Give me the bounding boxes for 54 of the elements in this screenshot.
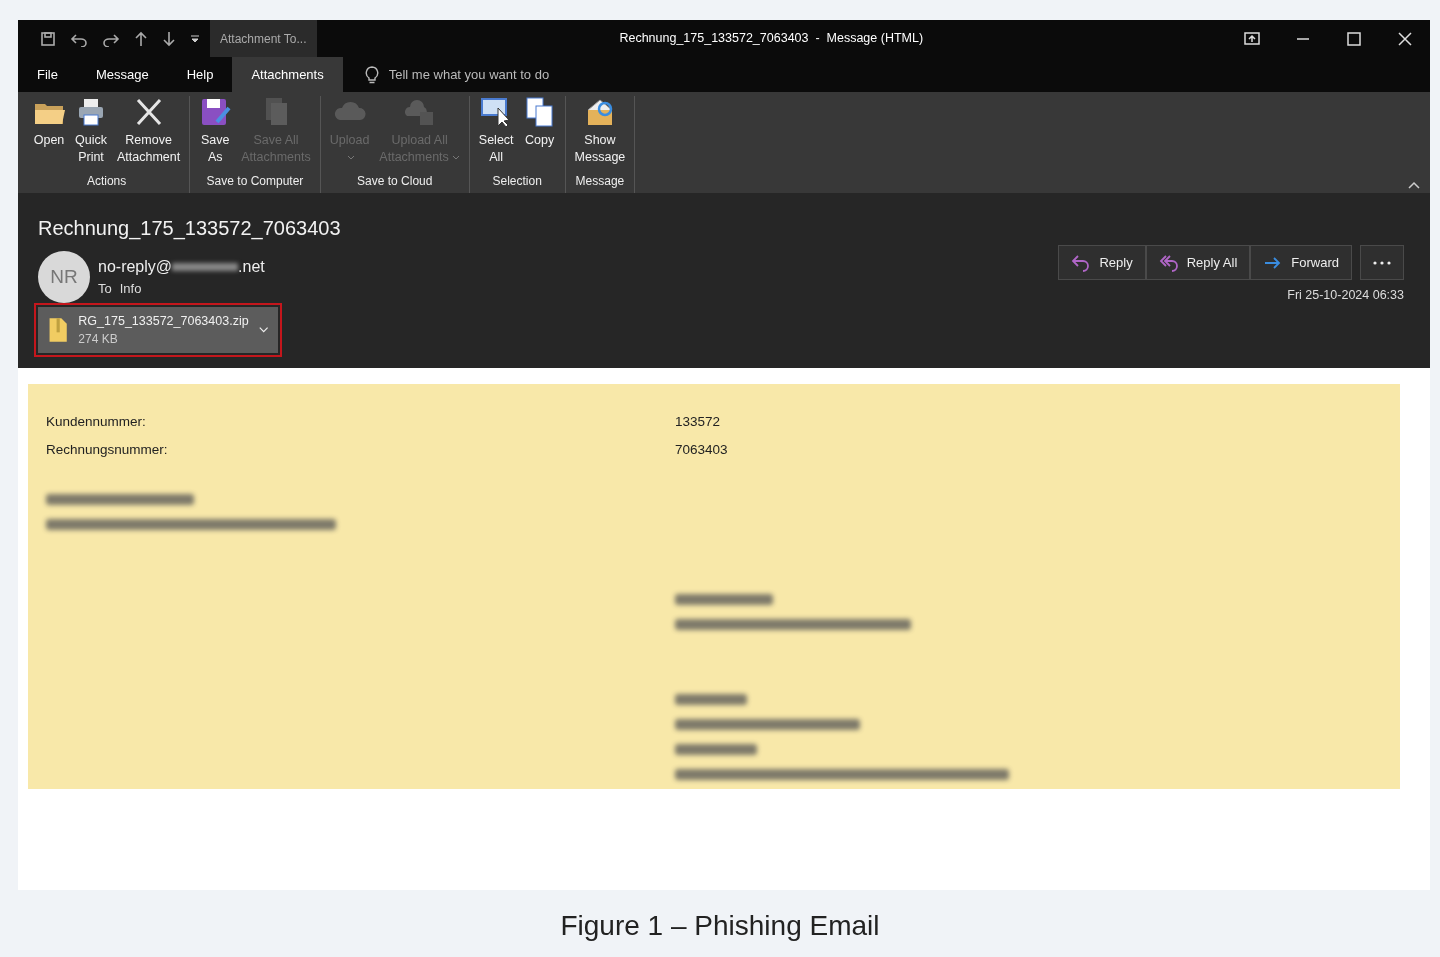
ribbon-button[interactable]: Save As (196, 96, 235, 172)
ribbon-button[interactable]: Select All (475, 96, 517, 172)
ribbon-group-label: Save to Computer (205, 173, 305, 190)
ribbon-tab[interactable]: Help (167, 57, 233, 92)
attachment-size: 274 KB (78, 331, 119, 349)
up-arrow-icon[interactable] (134, 30, 148, 47)
window-title: Rechnung_175_133572_7063403 - Message (HTML) (618, 30, 925, 48)
sender-address-start: no-reply@ (98, 257, 173, 278)
customize-icon[interactable] (190, 33, 200, 44)
sender-address-end: .net (238, 257, 265, 278)
more-options-button[interactable] (1360, 245, 1404, 280)
message-action-button[interactable]: Reply (1058, 245, 1146, 280)
field-label: Kundennummer: (46, 413, 147, 431)
reply-arrow-icon (1071, 252, 1092, 273)
field-label: Rechnungsnummer: (46, 441, 169, 460)
email-subject: Rechnung_175_133572_7063403 (38, 216, 342, 242)
collapse-ribbon-icon[interactable] (1408, 181, 1420, 189)
save-icon[interactable] (40, 30, 56, 47)
message-action-button[interactable]: Reply All (1145, 245, 1251, 280)
recipient-name: Info (119, 280, 142, 299)
attachment-card[interactable]: RG_175_133572_7063403.zip 274 KB (38, 307, 278, 353)
avatar-circle: NR (38, 251, 90, 303)
tell-me-search-field[interactable]: Tell me what you want to do (388, 64, 550, 85)
ribbon-button[interactable]: Show Message (571, 96, 629, 172)
display-mode-icon[interactable] (1242, 29, 1261, 48)
sent-date: Fri 25-10-2024 06:33 (1287, 287, 1404, 304)
ribbon-group-label: Selection (491, 173, 543, 190)
redacted-domain-block (172, 263, 239, 272)
down-arrow-icon[interactable] (162, 30, 176, 47)
copy-icon (523, 96, 556, 128)
ribbon-button[interactable]: Remove Attachment (114, 96, 184, 172)
ribbon-button[interactable]: Open (30, 96, 68, 172)
attachment-filename: RG_175_133572_7063403.zip (78, 312, 249, 330)
more-dots-icon (1373, 260, 1391, 265)
figure-caption: Figure 1 – Phishing Email (559, 909, 881, 943)
ribbon-tab[interactable]: File (18, 57, 77, 92)
to-label: To (98, 280, 112, 299)
chevron-down-icon[interactable] (258, 326, 268, 334)
contextual-tab-label: Attachment To... (210, 20, 317, 57)
ribbon-group-label: Actions (85, 173, 128, 190)
close-icon[interactable] (1395, 29, 1414, 48)
field-value: 7063403 (675, 441, 728, 460)
message-action-button[interactable]: Forward (1250, 245, 1352, 280)
field-value: 133572 (675, 413, 721, 431)
ribbon-group-label: Message (574, 173, 626, 190)
ribbon-button[interactable]: Copy (520, 96, 559, 172)
ribbon-tab[interactable]: Message (76, 57, 168, 92)
ribbon-button[interactable]: Quick Print (72, 96, 110, 172)
ribbon-tab[interactable]: Attachments (232, 57, 343, 92)
ribbon-group-label: Save to Cloud (356, 173, 434, 190)
reply-all-arrow-icon (1158, 252, 1179, 273)
floppy-disk-icon (199, 96, 232, 128)
lightbulb-icon (364, 65, 379, 84)
maximize-icon[interactable] (1344, 29, 1363, 48)
